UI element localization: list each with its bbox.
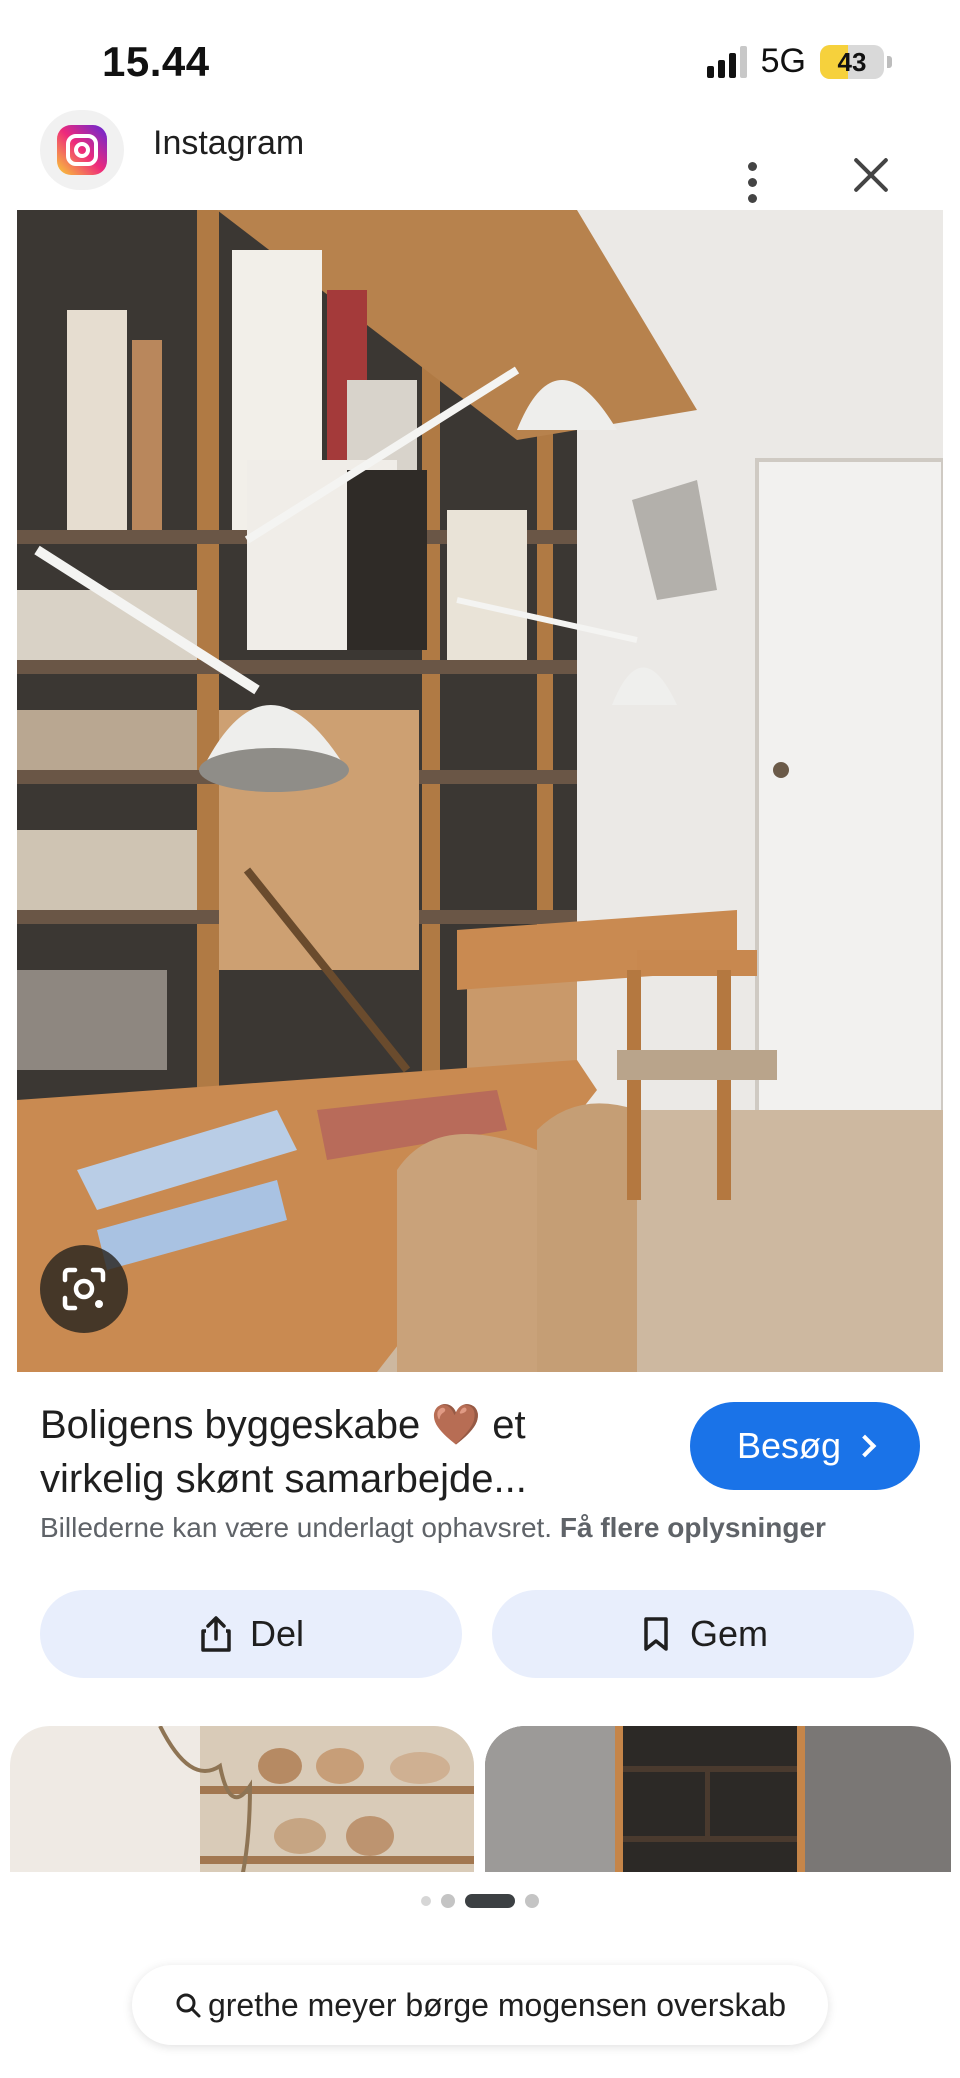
pager-dot bbox=[525, 1894, 539, 1908]
status-indicators: 5G 43 bbox=[706, 42, 892, 81]
bookmark-icon bbox=[644, 1617, 668, 1651]
chevron-right-icon bbox=[853, 1434, 877, 1458]
related-image-2[interactable] bbox=[485, 1726, 951, 1872]
related-photo-2 bbox=[485, 1726, 951, 1872]
google-lens-icon[interactable] bbox=[40, 1245, 128, 1333]
main-image[interactable] bbox=[17, 210, 943, 1372]
instagram-glyph bbox=[57, 125, 107, 175]
close-icon[interactable] bbox=[846, 150, 896, 200]
interior-photo bbox=[17, 210, 943, 1372]
copyright-notice: Billederne kan være underlagt ophavsret.… bbox=[40, 1512, 826, 1544]
more-vert-icon[interactable] bbox=[730, 154, 774, 210]
visit-button[interactable]: Besøg bbox=[690, 1402, 920, 1490]
share-icon bbox=[201, 1616, 231, 1652]
related-images bbox=[0, 1726, 960, 1872]
battery-icon: 43 bbox=[820, 44, 884, 79]
pager-dot-active bbox=[465, 1894, 515, 1908]
visit-button-label: Besøg bbox=[736, 1425, 842, 1466]
pager-dot bbox=[421, 1896, 431, 1906]
share-button[interactable]: Del bbox=[40, 1590, 462, 1678]
result-title-line-1: Boligens byggeskabe 🤎 et bbox=[40, 1403, 526, 1447]
status-bar: 15.44 5G 43 bbox=[0, 0, 960, 120]
copyright-text: Billederne kan være underlagt ophavsret. bbox=[40, 1512, 553, 1543]
result-title[interactable]: Boligens byggeskabe 🤎 et virkelig skønt … bbox=[40, 1398, 660, 1506]
network-type: 5G bbox=[760, 42, 806, 80]
battery-level: 43 bbox=[837, 46, 867, 77]
search-query-pill[interactable]: grethe meyer børge mogensen overskab bbox=[132, 1965, 828, 2045]
source-name[interactable]: Instagram bbox=[153, 124, 304, 163]
share-button-label: Del bbox=[249, 1613, 305, 1654]
signal-strength-icon bbox=[706, 45, 747, 78]
pager-dot bbox=[441, 1894, 455, 1908]
more-info-link[interactable]: Få flere oplysninger bbox=[560, 1512, 826, 1543]
related-photo-1 bbox=[10, 1726, 474, 1872]
battery-tip bbox=[887, 55, 892, 68]
search-query-text: grethe meyer børge mogensen overskab bbox=[207, 1986, 787, 2023]
save-button-label: Gem bbox=[689, 1613, 768, 1654]
result-title-line-2: virkelig skønt samarbejde... bbox=[40, 1457, 527, 1501]
source-header: Instagram bbox=[0, 110, 960, 210]
save-button[interactable]: Gem bbox=[492, 1590, 914, 1678]
status-time: 15.44 bbox=[102, 38, 210, 85]
lens-glyph bbox=[62, 1267, 106, 1311]
instagram-logo-icon[interactable] bbox=[40, 110, 124, 190]
carousel-pager bbox=[0, 1894, 960, 1908]
related-image-1[interactable] bbox=[10, 1726, 474, 1872]
search-icon bbox=[176, 1993, 201, 2018]
